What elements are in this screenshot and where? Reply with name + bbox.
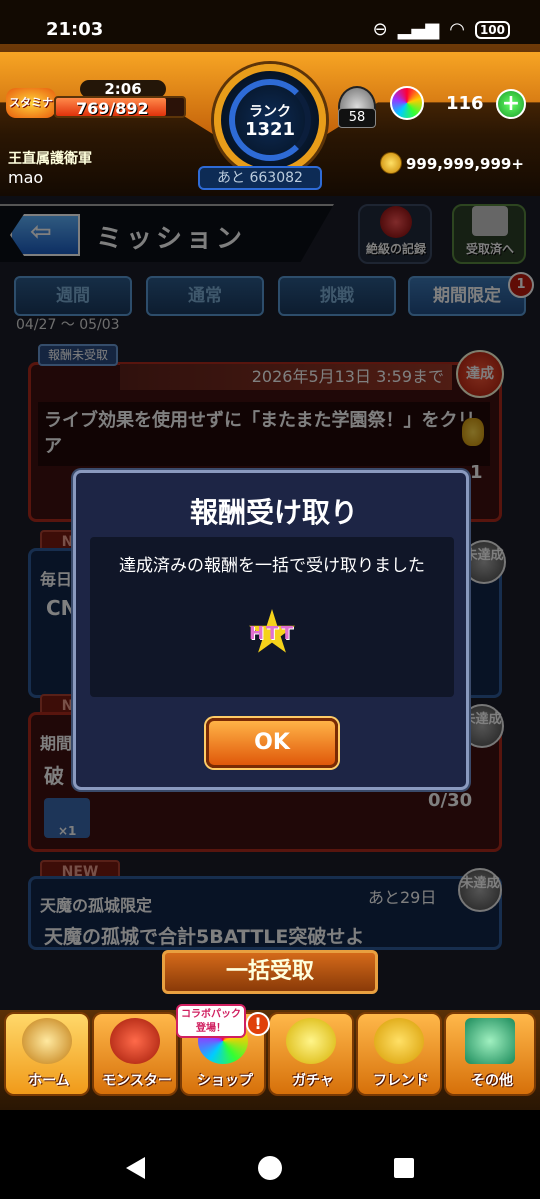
dnd-icon: ⊖ [372, 19, 388, 40]
nav-other[interactable]: その他 [444, 1012, 536, 1096]
status-icons: ⊖ ▂▄▆ ◠ 100 [373, 19, 510, 40]
rank-value: 1321 [244, 119, 296, 140]
monster-icon [110, 1018, 160, 1064]
rank-emblem[interactable]: ランク 1321 [214, 64, 326, 176]
nav-friend[interactable]: フレンド [356, 1012, 442, 1096]
rank-label: ランク [249, 104, 291, 120]
nav-label: モンスター [102, 1073, 172, 1089]
other-icon [465, 1018, 515, 1064]
system-home-icon[interactable] [258, 1156, 282, 1180]
friend-icon [374, 1018, 424, 1064]
system-back-icon[interactable] [126, 1157, 145, 1179]
stamina-icon: スタミナ [6, 88, 56, 118]
user-name: mao [8, 168, 44, 187]
bulk-claim-button[interactable]: 一括受取 [162, 950, 378, 994]
nav-label: ガチャ [292, 1073, 334, 1089]
orb-count: 116 [446, 93, 484, 114]
nav-monster[interactable]: モンスター [92, 1012, 178, 1096]
dialog-message: 達成済みの報酬を一括で受け取りました [119, 556, 425, 576]
nav-label: その他 [471, 1073, 513, 1089]
wifi-icon: ◠ [449, 19, 465, 40]
buy-orbs-button[interactable]: + [496, 89, 526, 119]
coin-icon [380, 152, 402, 174]
home-icon [22, 1018, 72, 1064]
nav-gacha[interactable]: ガチャ [268, 1012, 354, 1096]
ok-button[interactable]: OK [206, 718, 338, 768]
gacha-icon [286, 1018, 336, 1064]
reward-name: HTT [248, 623, 296, 644]
nav-label: ショップ [197, 1073, 253, 1089]
team-name: 王直属護衛軍 [8, 151, 92, 167]
nav-label: ホーム [28, 1073, 70, 1089]
coin-count: 999,999,999+ [406, 155, 524, 173]
signal-icon: ▂▄▆ [397, 19, 440, 40]
system-recents-icon[interactable] [394, 1158, 414, 1178]
alert-icon: ! [246, 1012, 270, 1036]
stamina-value: 769/892 [76, 99, 149, 118]
clock: 21:03 [46, 19, 104, 40]
collab-banner[interactable]: コラボパック登場！ [176, 1004, 246, 1038]
rank-next: あと 663082 [198, 166, 322, 190]
dialog-body: 達成済みの報酬を一括で受け取りました HTT [90, 537, 454, 697]
reward-dialog: 報酬受け取り 達成済みの報酬を一括で受け取りました HTT OK [73, 470, 469, 790]
level-value: 58 [338, 108, 376, 128]
orb-icon [390, 86, 424, 120]
nav-home[interactable]: ホーム [4, 1012, 90, 1096]
battery-icon: 100 [474, 20, 510, 39]
nav-label: フレンド [373, 1073, 429, 1089]
dialog-title: 報酬受け取り [189, 496, 358, 529]
